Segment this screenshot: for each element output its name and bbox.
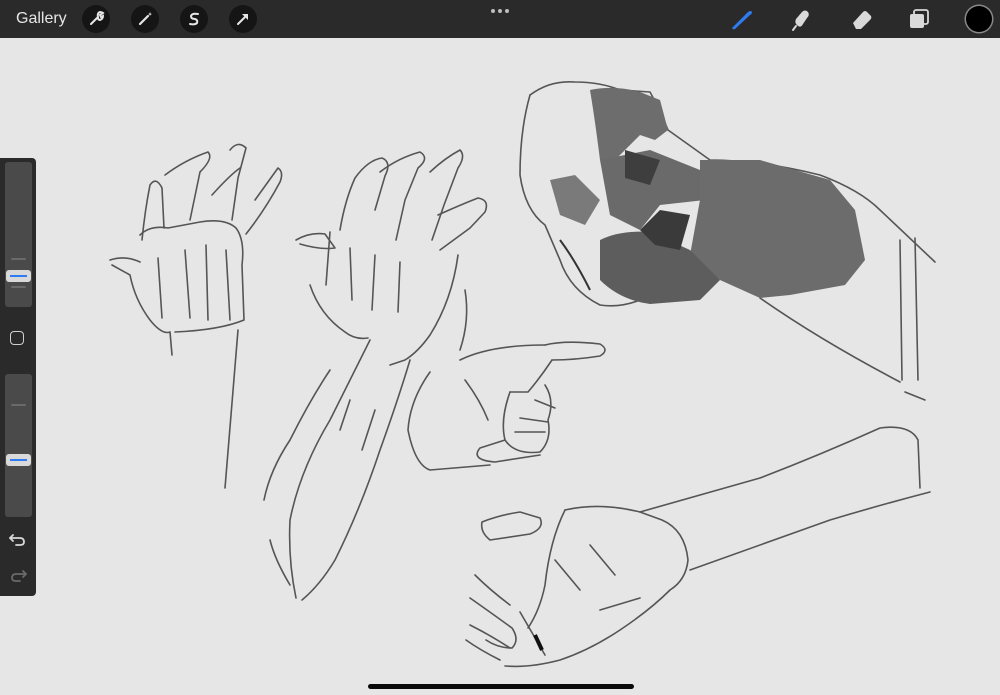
brush-size-slider[interactable]	[5, 162, 32, 307]
color-picker-button[interactable]	[966, 6, 992, 32]
drawing-canvas[interactable]	[0, 38, 1000, 695]
undo-icon[interactable]	[7, 530, 29, 548]
sidebar	[0, 158, 36, 596]
home-indicator	[368, 684, 634, 689]
fist-shading	[550, 87, 865, 304]
brush-size-handle[interactable]	[6, 270, 31, 282]
slider-tick	[11, 258, 26, 260]
magic-wand-icon[interactable]	[131, 5, 159, 33]
smudge-icon[interactable]	[788, 6, 816, 32]
redo-icon[interactable]	[7, 566, 29, 584]
layers-icon[interactable]	[906, 6, 934, 32]
more-options-icon[interactable]	[490, 7, 510, 15]
opacity-handle[interactable]	[6, 454, 31, 466]
wrench-icon[interactable]	[82, 5, 110, 33]
hand-sketch-2	[263, 149, 488, 601]
slider-tick	[11, 404, 26, 406]
slider-tick	[11, 286, 26, 288]
gallery-button[interactable]: Gallery	[16, 10, 67, 28]
hand-sketch-1	[109, 143, 283, 489]
brush-icon[interactable]	[728, 6, 756, 32]
opacity-slider[interactable]	[5, 374, 32, 517]
transform-arrow-icon[interactable]	[229, 5, 257, 33]
hand-sketch-4	[465, 426, 931, 668]
ring-mark	[533, 634, 544, 651]
top-toolbar: Gallery	[0, 0, 1000, 38]
selection-icon[interactable]	[180, 5, 208, 33]
hand-sketch-3	[407, 341, 606, 471]
eraser-icon[interactable]	[848, 6, 876, 32]
modify-button[interactable]	[10, 331, 24, 345]
